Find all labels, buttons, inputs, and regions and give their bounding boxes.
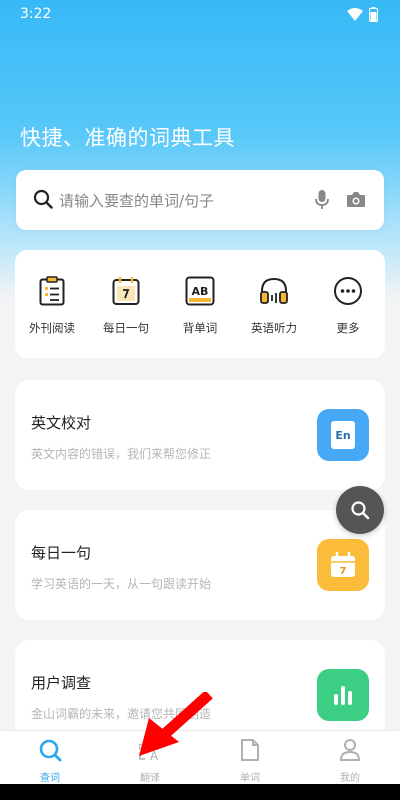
wifi-icon: [347, 8, 363, 21]
quick-item-more[interactable]: 更多: [313, 274, 383, 336]
tab-label: 查词: [40, 773, 60, 784]
search-icon: [39, 739, 62, 762]
quick-item-label: 英语听力: [251, 321, 297, 335]
clipboard-icon: [39, 276, 65, 306]
card-title: 每日一句: [31, 544, 92, 562]
status-time: 3:22: [20, 6, 52, 22]
calendar-icon: 7: [317, 539, 369, 591]
calendar-day: 7: [340, 566, 347, 577]
system-nav-bar: [0, 784, 400, 800]
quick-item-label: 更多: [336, 321, 360, 335]
search-bar[interactable]: 请输入要查的单词/句子: [16, 170, 384, 230]
quick-actions-panel: 外刊阅读 每日一句 AB 背单词 英语听力 更多: [15, 250, 385, 358]
tab-lookup[interactable]: 查词: [0, 737, 100, 784]
status-icons: [347, 7, 378, 22]
quick-item-label: 外刊阅读: [29, 321, 75, 335]
tab-label: 我的: [340, 773, 360, 784]
user-icon: [339, 739, 361, 761]
quick-item-label: 每日一句: [103, 321, 149, 335]
card-english-proofread[interactable]: 英文校对 英文内容的错误，我们来帮您修正 En: [15, 380, 385, 490]
more-icon: [334, 277, 362, 305]
document-icon: [241, 739, 259, 761]
svg-text:AB: AB: [192, 285, 209, 298]
search-icon: [33, 189, 53, 209]
hero-title: 快捷、准确的词典工具: [20, 126, 235, 150]
tab-label: 单词: [240, 773, 260, 784]
card-title: 用户调查: [31, 674, 92, 692]
search-placeholder[interactable]: 请输入要查的单词/句子: [59, 190, 214, 211]
microphone-icon[interactable]: [315, 189, 329, 211]
quick-item-vocab[interactable]: AB 背单词: [165, 274, 235, 336]
search-icon: [351, 501, 370, 520]
tab-profile[interactable]: 我的: [300, 737, 400, 784]
bar-chart-icon: [317, 669, 369, 721]
calendar-icon: [112, 277, 140, 305]
card-daily-sentence[interactable]: 每日一句 学习英语的一天，从一句跟读开始 7: [15, 510, 385, 620]
red-arrow-annotation: [139, 692, 213, 756]
card-title: 英文校对: [31, 414, 92, 432]
battery-icon: [369, 7, 378, 22]
status-bar: 3:22: [0, 0, 400, 30]
quick-item-reading[interactable]: 外刊阅读: [17, 274, 87, 336]
card-subtitle: 学习英语的一天，从一句跟读开始: [31, 577, 212, 591]
quick-item-listening[interactable]: 英语听力: [239, 274, 309, 336]
camera-icon[interactable]: [346, 191, 366, 208]
proofread-icon-text: En: [335, 428, 351, 442]
quick-item-daily-sentence[interactable]: 每日一句: [91, 274, 161, 336]
tab-label: 翻译: [140, 773, 160, 784]
proofread-icon: En: [317, 409, 369, 461]
headphones-icon: [260, 277, 288, 304]
ab-card-icon: AB: [185, 276, 215, 306]
floating-search-button[interactable]: [336, 486, 384, 534]
tab-words[interactable]: 单词: [200, 737, 300, 784]
card-subtitle: 英文内容的错误，我们来帮您修正: [31, 447, 212, 461]
quick-item-label: 背单词: [182, 321, 218, 335]
